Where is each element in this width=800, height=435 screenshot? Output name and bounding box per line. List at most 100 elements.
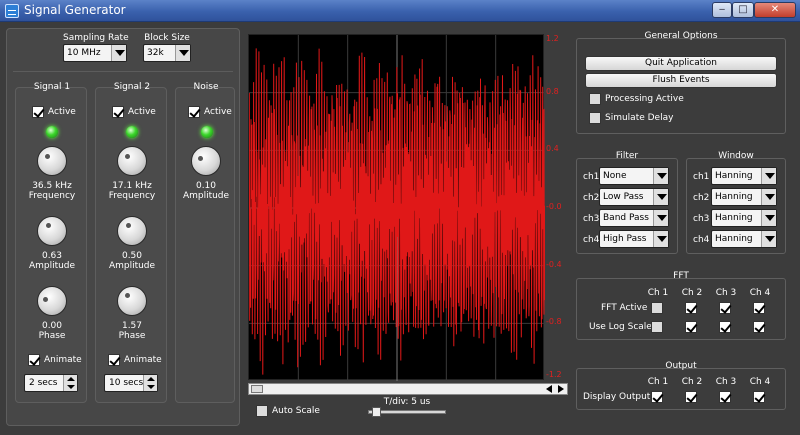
slider-thumb[interactable] — [372, 407, 381, 417]
window-ch1-value: Hanning — [715, 171, 753, 181]
time-scrollbar[interactable] — [248, 383, 568, 395]
signal-2-title: Signal 2 — [113, 82, 151, 92]
window-ch3-select[interactable]: Hanning — [711, 209, 777, 227]
signal-2-frequency-knob[interactable] — [117, 146, 147, 176]
y-tick-label: -0.4 — [546, 259, 562, 269]
signal-1-frequency-label: Frequency — [28, 191, 76, 201]
display-output-ch2-checkbox[interactable] — [685, 391, 697, 403]
window-ch2-select[interactable]: Hanning — [711, 188, 777, 206]
general-options-title: General Options — [644, 31, 718, 41]
processing-active-checkbox[interactable] — [589, 93, 601, 105]
signal-1-amplitude-knob[interactable] — [37, 216, 67, 246]
signal-1-status-led — [46, 126, 58, 138]
fft-active-ch3-checkbox[interactable] — [719, 302, 731, 314]
signal-2-animate-label: Animate — [124, 355, 162, 365]
fft-log-ch4-checkbox[interactable] — [753, 321, 765, 333]
signal-1-amplitude-label: Amplitude — [28, 261, 76, 271]
output-title: Output — [665, 361, 697, 371]
title-bar: Signal Generator ‒ □ ✕ — [0, 0, 800, 22]
processing-active-label: Processing Active — [605, 94, 684, 104]
chevron-down-icon — [653, 231, 668, 247]
quit-application-button[interactable]: Quit Application — [585, 56, 777, 71]
output-ch1-header: Ch 1 — [647, 377, 669, 387]
display-output-ch4-checkbox[interactable] — [753, 391, 765, 403]
window-ch3-label: ch3 — [693, 214, 710, 224]
window-ch2-value: Hanning — [715, 192, 753, 202]
filter-ch3-value: Band Pass — [603, 213, 649, 223]
filter-ch1-select[interactable]: None — [599, 167, 669, 185]
scrollbar-thumb[interactable] — [251, 385, 263, 393]
signal-1-amplitude-value: 0.63 — [41, 251, 63, 261]
noise-amplitude-knob[interactable] — [191, 146, 221, 176]
signal-1-phase-knob[interactable] — [37, 286, 67, 316]
simulate-delay-checkbox[interactable] — [589, 112, 601, 124]
window-ch1-select[interactable]: Hanning — [711, 167, 777, 185]
spinner-arrows-icon[interactable] — [63, 375, 77, 391]
noise-active-checkbox[interactable] — [188, 106, 200, 118]
output-ch3-header: Ch 3 — [715, 377, 737, 387]
display-output-ch1-checkbox[interactable] — [651, 391, 663, 403]
filter-ch1-value: None — [603, 171, 627, 181]
auto-scale-label: Auto Scale — [272, 406, 320, 416]
signal-1-animate-checkbox[interactable] — [28, 354, 40, 366]
filter-ch2-select[interactable]: Low Pass — [599, 188, 669, 206]
signal-2-duration-value: 10 secs — [109, 378, 144, 388]
signal-control-panel: Sampling Rate 10 MHz Block Size 32k Sign… — [6, 28, 240, 426]
signal-1-frequency-knob[interactable] — [37, 146, 67, 176]
signal-2-amplitude-value: 0.50 — [121, 251, 143, 261]
y-tick-label: -0.0 — [546, 202, 562, 211]
noise-amplitude-value: 0.10 — [195, 181, 217, 191]
signal-1-duration-spinner[interactable]: 2 secs — [24, 374, 78, 392]
oscilloscope-plot — [248, 34, 546, 381]
signal-2-phase-knob[interactable] — [117, 286, 147, 316]
general-options-group: General Options Quit Application Flush E… — [576, 31, 786, 134]
signal-1-active-checkbox[interactable] — [32, 106, 44, 118]
close-button[interactable]: ✕ — [754, 2, 796, 18]
scroll-arrows-icon[interactable] — [545, 385, 567, 394]
filter-ch4-select[interactable]: High Pass — [599, 230, 669, 248]
window-ch2-label: ch2 — [693, 193, 710, 203]
signal-2-frequency-label: Frequency — [108, 191, 156, 201]
fft-log-ch2-checkbox[interactable] — [685, 321, 697, 333]
window-ch4-select[interactable]: Hanning — [711, 230, 777, 248]
y-axis: 1.2 0.8 0.4 -0.0 -0.4 -0.8 -1.2 — [544, 34, 570, 380]
block-size-label: Block Size — [144, 33, 190, 43]
divider — [13, 71, 233, 72]
window-ch3-value: Hanning — [715, 213, 753, 223]
window-ch1-label: ch1 — [693, 172, 710, 182]
signal-2-active-checkbox[interactable] — [112, 106, 124, 118]
signal-2-group: Signal 2 Active 17.1 kHz Frequency 0.50 … — [95, 82, 167, 403]
signal-2-animate-checkbox[interactable] — [108, 354, 120, 366]
window-function-title: Window — [718, 151, 754, 161]
output-ch4-header: Ch 4 — [749, 377, 771, 387]
fft-active-ch1-checkbox[interactable] — [651, 302, 663, 314]
signal-1-group: Signal 1 Active 36.5 kHz Frequency 0.63 … — [15, 82, 87, 403]
sampling-rate-select[interactable]: 10 MHz — [63, 44, 127, 62]
signal-2-duration-spinner[interactable]: 10 secs — [104, 374, 158, 392]
signal-2-amplitude-knob[interactable] — [117, 216, 147, 246]
minimize-button[interactable]: ‒ — [712, 2, 732, 18]
signal-1-animate-label: Animate — [44, 355, 82, 365]
fft-log-ch3-checkbox[interactable] — [719, 321, 731, 333]
display-output-label: Display Output — [583, 392, 651, 402]
signal-1-duration-value: 2 secs — [29, 378, 58, 388]
display-output-ch3-checkbox[interactable] — [719, 391, 731, 403]
chevron-down-icon — [175, 45, 190, 61]
spinner-arrows-icon[interactable] — [143, 375, 157, 391]
flush-events-button[interactable]: Flush Events — [585, 73, 777, 88]
block-size-select[interactable]: 32k — [143, 44, 191, 62]
filter-ch4-value: High Pass — [603, 234, 647, 244]
chevron-down-icon — [761, 210, 776, 226]
maximize-button[interactable]: □ — [732, 2, 754, 18]
filter-ch3-label: ch3 — [583, 214, 600, 224]
auto-scale-checkbox[interactable] — [256, 405, 268, 417]
fft-log-ch1-checkbox[interactable] — [651, 321, 663, 333]
noise-active-label: Active — [204, 107, 232, 117]
y-tick-label: -0.8 — [546, 317, 562, 327]
fft-active-ch2-checkbox[interactable] — [685, 302, 697, 314]
tdiv-slider[interactable] — [368, 407, 446, 417]
chevron-down-icon — [761, 189, 776, 205]
block-size-value: 32k — [147, 48, 164, 58]
fft-active-ch4-checkbox[interactable] — [753, 302, 765, 314]
filter-ch3-select[interactable]: Band Pass — [599, 209, 669, 227]
